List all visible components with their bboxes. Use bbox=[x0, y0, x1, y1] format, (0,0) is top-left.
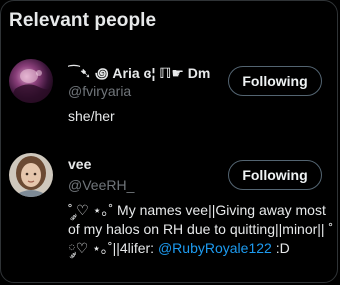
bio-text: she/her bbox=[68, 108, 115, 124]
avatar-vee[interactable] bbox=[9, 153, 53, 197]
display-name[interactable]: vee bbox=[68, 156, 91, 172]
avatar-aria[interactable] bbox=[9, 59, 53, 103]
bio-mention-link[interactable]: @RubyRoyale122 bbox=[158, 240, 272, 256]
user-handle[interactable]: @fviryaria bbox=[68, 83, 131, 99]
avatar-photo-girl-icon bbox=[9, 153, 53, 197]
bio-text-after: :D bbox=[271, 240, 290, 256]
user-bio: she/her bbox=[68, 107, 334, 126]
user-handle[interactable]: @VeeRH_ bbox=[68, 177, 134, 193]
section-title: Relevant people bbox=[9, 10, 157, 31]
following-button[interactable]: Following bbox=[228, 66, 322, 96]
following-button[interactable]: Following bbox=[228, 160, 322, 190]
relevant-people-panel: Relevant people ⁀➷ ꩜ Aria ɞ¦ ℿ☛ Dm @fvir… bbox=[0, 0, 338, 283]
user-bio: ˚ ༘♡ ⋆｡˚ My names vee||Giving away most … bbox=[68, 201, 334, 258]
avatar-photo-purple-icon bbox=[9, 59, 53, 103]
display-name[interactable]: ⁀➷ ꩜ Aria ɞ¦ ℿ☛ Dm bbox=[68, 62, 210, 83]
